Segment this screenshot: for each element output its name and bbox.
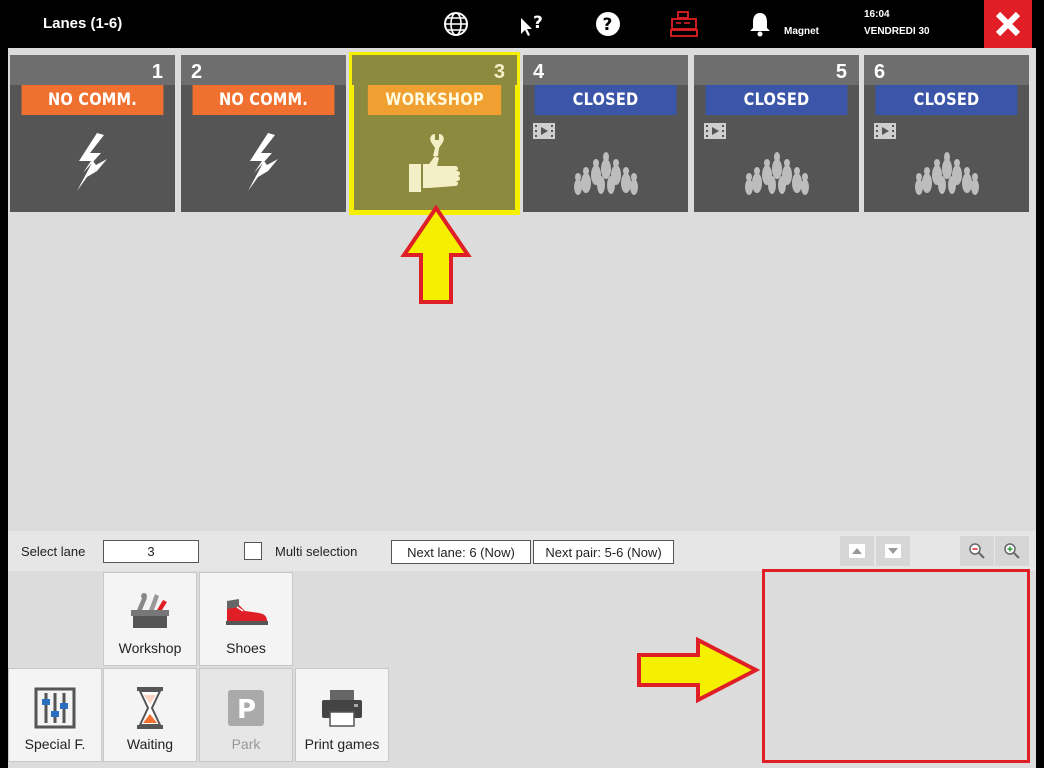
lane-tile-4[interactable]: 4 CLOSED (523, 55, 688, 212)
hourglass-icon (104, 683, 196, 733)
chevron-up-icon (849, 544, 865, 558)
close-button[interactable] (984, 0, 1032, 48)
zoom-in-icon (1004, 543, 1020, 559)
select-lane-input[interactable]: 3 (103, 540, 199, 563)
help-icon[interactable]: ? (594, 10, 622, 38)
workshop-button[interactable]: Workshop (103, 572, 197, 666)
cash-register-icon[interactable] (670, 10, 698, 38)
lane-tile-3[interactable]: 3 WORKSHOP (349, 52, 520, 215)
next-pair-button[interactable]: Next pair: 5-6 (Now) (533, 540, 674, 564)
svg-text:?: ? (533, 13, 543, 33)
lane-number: 6 (874, 61, 886, 83)
zoom-in-button[interactable] (995, 536, 1029, 566)
svg-text:P: P (237, 695, 256, 725)
shoes-label: Shoes (226, 640, 266, 656)
lane-number: 5 (835, 61, 847, 83)
lane-status: CLOSED (705, 85, 848, 115)
toolbox-icon (104, 587, 196, 637)
lane-number: 1 (151, 61, 163, 83)
bowling-pins-icon (864, 127, 1029, 219)
lane-tile-5[interactable]: 5 CLOSED (694, 55, 859, 212)
top-bar: Lanes (1-6) ? ? Magnet 16:04 VENDREDI 30 (0, 0, 1044, 48)
lane-number: 2 (191, 61, 203, 83)
waiting-label: Waiting (126, 736, 174, 752)
bowling-pins-icon (523, 127, 688, 219)
lane-status: NO COMM. (192, 85, 335, 115)
printer-icon (296, 683, 388, 733)
scroll-up-button[interactable] (840, 536, 874, 566)
special-functions-button[interactable]: Special F. (8, 668, 102, 762)
chevron-down-icon (885, 544, 901, 558)
waiting-button[interactable]: Waiting (103, 668, 197, 762)
scroll-down-button[interactable] (876, 536, 910, 566)
lane-status: CLOSED (875, 85, 1018, 115)
lane-tile-6[interactable]: 6 CLOSED (864, 55, 1029, 212)
lane-status: CLOSED (534, 85, 677, 115)
park-label: Park (231, 736, 261, 752)
shoe-icon (200, 587, 292, 637)
zoom-out-icon (969, 543, 985, 559)
window-title: Lanes (1-6) (43, 15, 123, 32)
right-arrow-annotation (637, 636, 760, 704)
lane-tile-1[interactable]: 1 NO COMM. (10, 55, 175, 212)
lane-status: WORKSHOP (367, 85, 502, 115)
lane-number: 4 (533, 61, 545, 83)
next-lane-button[interactable]: Next lane: 6 (Now) (391, 540, 531, 564)
thumbs-up-wrench-icon (352, 117, 517, 209)
zoom-out-button[interactable] (960, 536, 994, 566)
lightning-icon (181, 117, 346, 209)
up-arrow-annotation (400, 205, 472, 304)
bell-icon[interactable] (746, 10, 774, 38)
svg-text:?: ? (603, 15, 613, 35)
lane-tile-2[interactable]: 2 NO COMM. (181, 55, 346, 212)
lightning-icon (10, 117, 175, 209)
close-icon (995, 11, 1021, 37)
pointer-help-icon[interactable]: ? (518, 10, 546, 38)
bowling-pins-icon (694, 127, 859, 219)
clock-date: VENDREDI 30 (864, 26, 930, 37)
lane-number: 3 (493, 61, 505, 83)
lane-status: NO COMM. (21, 85, 164, 115)
multi-selection-label: Multi selection (275, 544, 358, 559)
highlight-frame (762, 569, 1030, 763)
control-bar: Select lane 3 Multi selection Next lane:… (8, 531, 1036, 571)
print-games-label: Print games (304, 736, 380, 752)
shoes-button[interactable]: Shoes (199, 572, 293, 666)
globe-icon[interactable] (442, 10, 470, 38)
park-button[interactable]: P Park (199, 668, 293, 762)
special-functions-label: Special F. (24, 736, 86, 752)
print-games-button[interactable]: Print games (295, 668, 389, 762)
sliders-icon (9, 683, 101, 733)
user-name: Magnet (784, 26, 819, 37)
workshop-label: Workshop (118, 640, 182, 656)
multi-selection-checkbox[interactable] (244, 542, 262, 560)
parking-icon: P (200, 683, 292, 733)
clock-time: 16:04 (864, 9, 890, 20)
select-lane-label: Select lane (21, 544, 86, 559)
